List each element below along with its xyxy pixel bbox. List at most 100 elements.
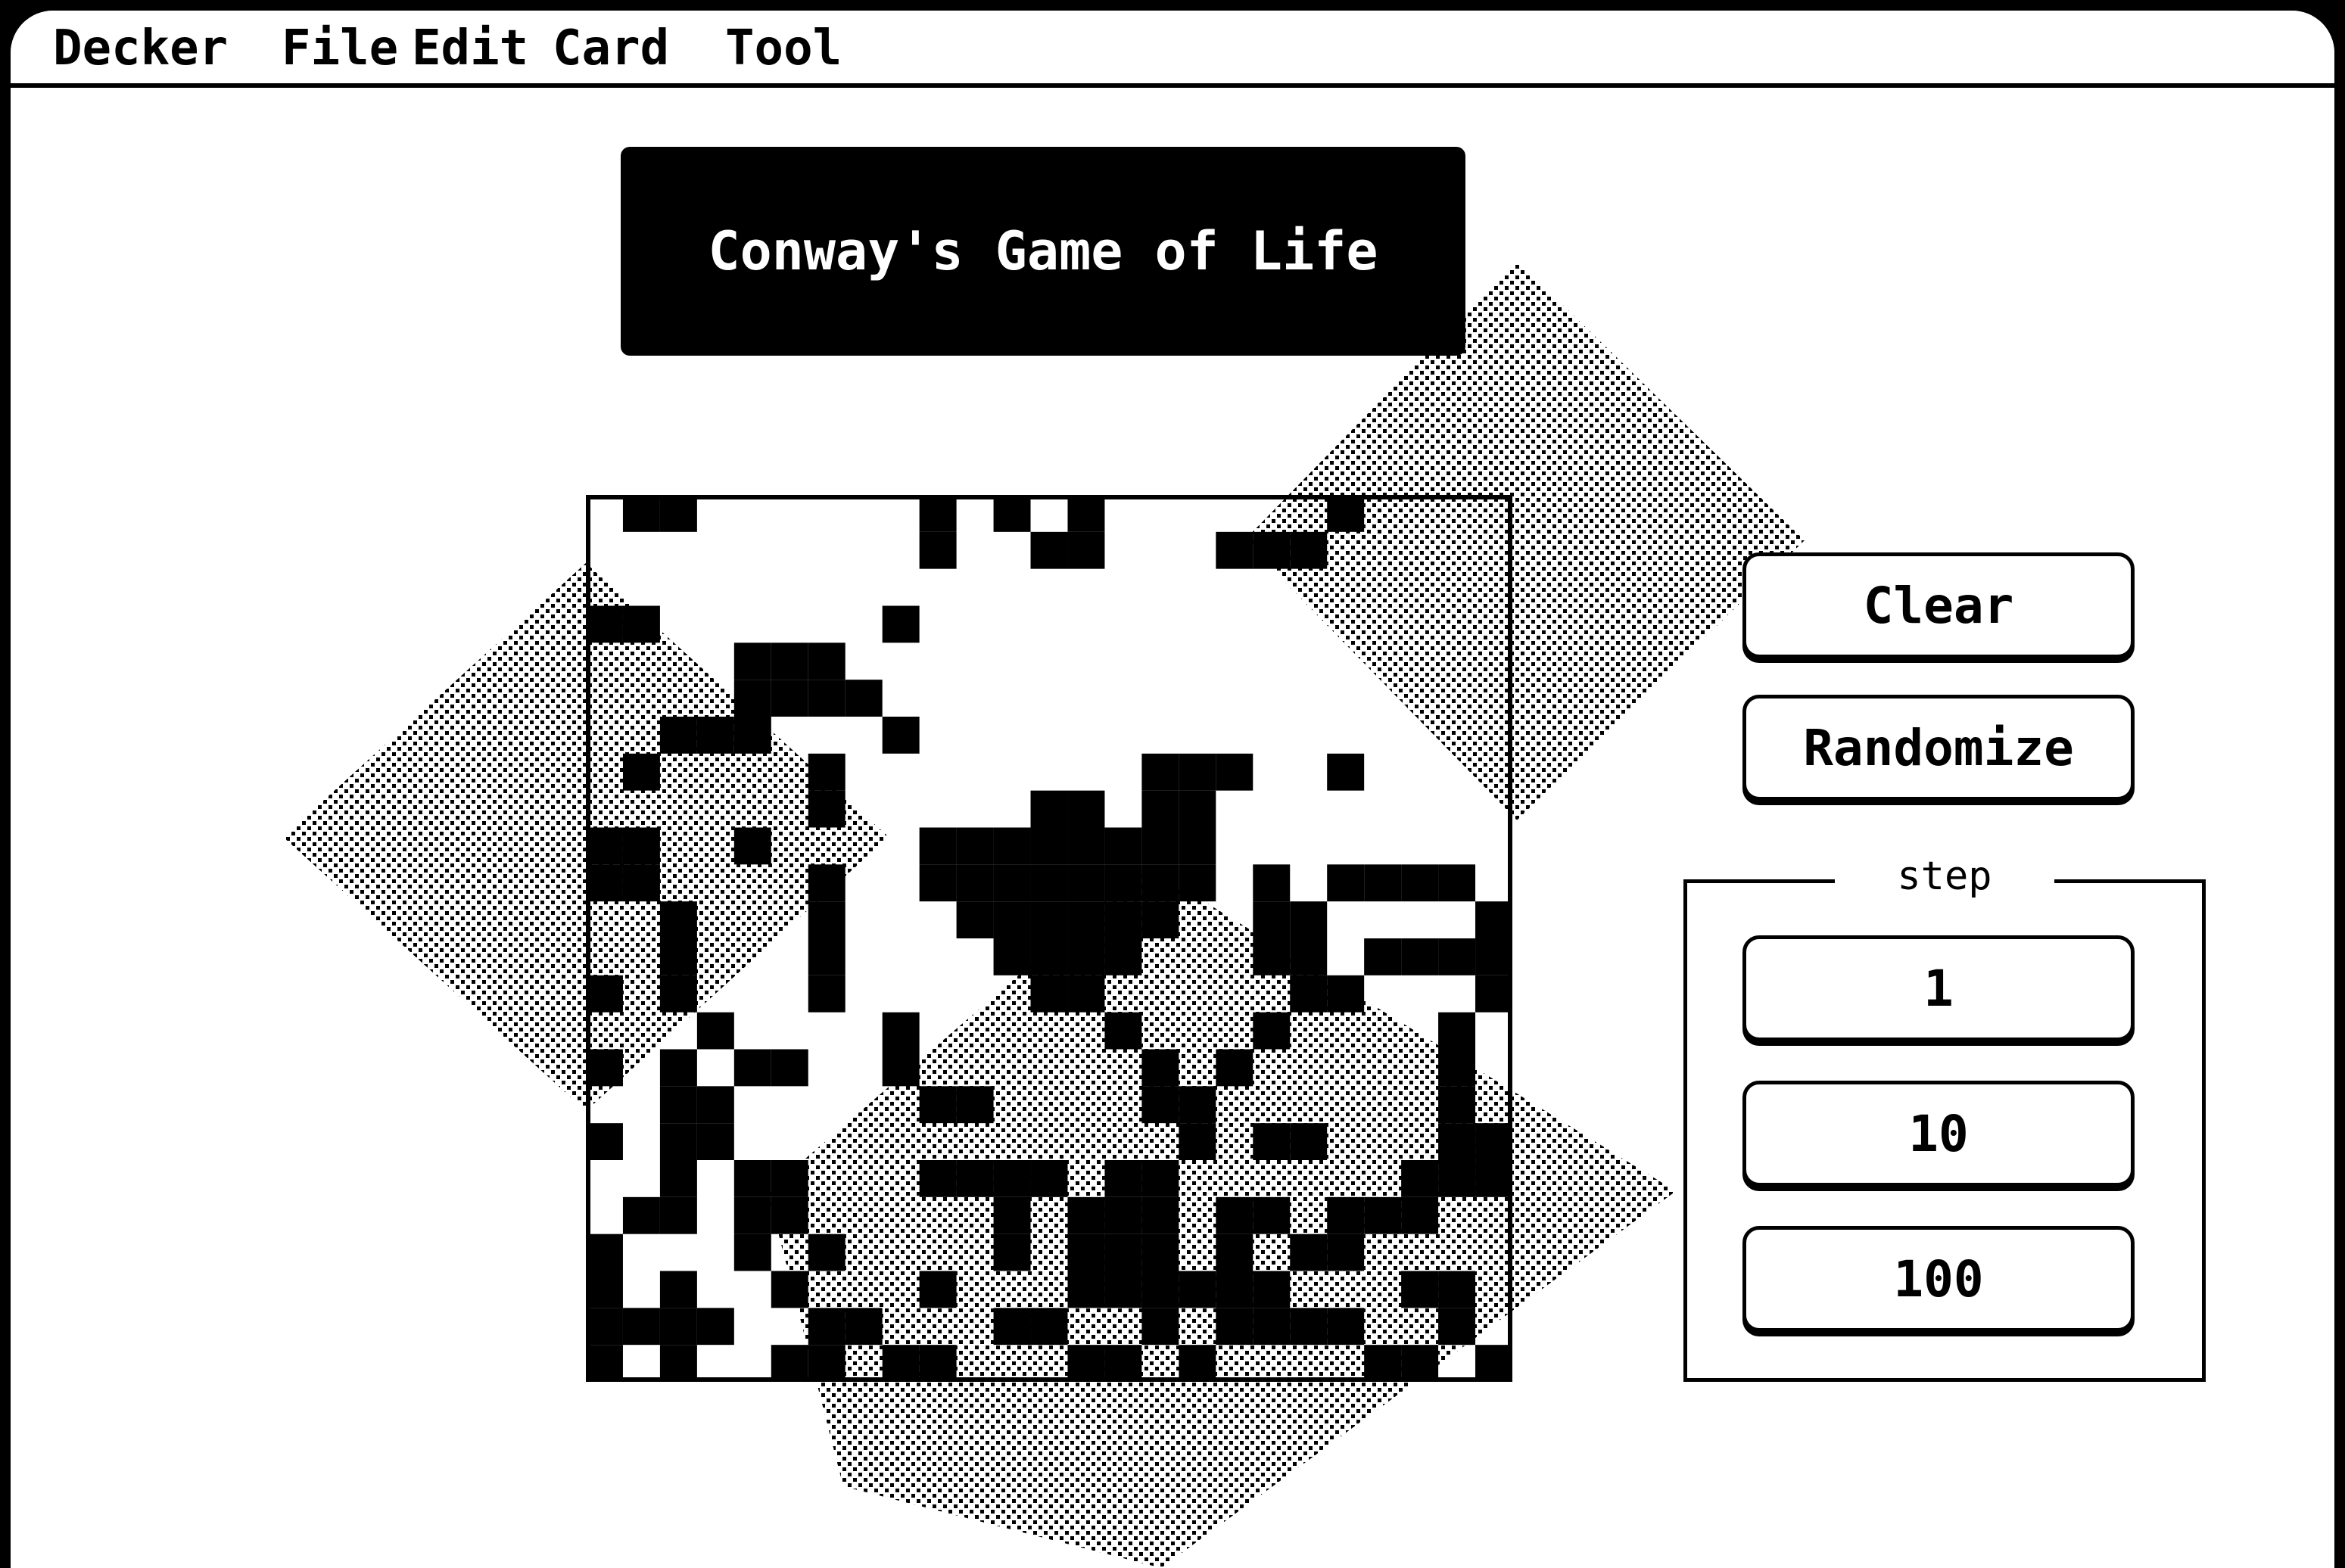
life-cell[interactable] [1364,1196,1402,1234]
life-cell[interactable] [771,680,808,717]
life-cell[interactable] [1067,901,1105,938]
life-cell[interactable] [1253,531,1291,569]
life-cell[interactable] [1290,975,1328,1013]
life-cell[interactable] [919,1086,957,1124]
life-cell[interactable] [919,864,957,902]
life-cell[interactable] [771,1049,808,1087]
life-cell[interactable] [1401,1196,1439,1234]
life-cell[interactable] [1438,1049,1476,1087]
life-cell[interactable] [586,1345,623,1382]
life-cell[interactable] [659,1196,697,1234]
life-cell[interactable] [808,975,846,1013]
life-cell[interactable] [1327,975,1365,1013]
step-100-button[interactable]: 100 [1742,1226,2135,1332]
life-cell[interactable] [1327,1196,1365,1234]
life-cell[interactable] [771,1160,808,1197]
life-cell[interactable] [993,864,1031,902]
life-cell[interactable] [1067,1271,1105,1308]
life-cell[interactable] [1438,1086,1476,1124]
life-cell[interactable] [1179,1345,1216,1382]
life-cell[interactable] [808,938,846,975]
life-cell[interactable] [1141,864,1179,902]
life-cell[interactable] [1030,938,1068,975]
life-cell[interactable] [659,1123,697,1160]
life-cell[interactable] [1030,1308,1068,1346]
life-cell[interactable] [1104,938,1142,975]
life-cell[interactable] [1438,1160,1476,1197]
life-cell[interactable] [1438,1123,1476,1160]
life-cell[interactable] [771,1196,808,1234]
life-cell[interactable] [1067,495,1105,532]
life-cell[interactable] [771,1345,808,1382]
life-cell[interactable] [882,717,920,754]
life-cell[interactable] [659,901,697,938]
life-cell[interactable] [622,864,660,902]
life-cell[interactable] [919,827,957,865]
step-1-button[interactable]: 1 [1742,935,2135,1041]
life-cell[interactable] [882,1012,920,1050]
life-cell[interactable] [919,531,957,569]
life-cell[interactable] [1253,1271,1291,1308]
life-cell[interactable] [586,975,623,1013]
life-cell[interactable] [882,1345,920,1382]
life-cell[interactable] [808,1234,846,1271]
life-cell[interactable] [919,495,957,532]
life-cell[interactable] [733,827,771,865]
life-cell[interactable] [1030,827,1068,865]
life-cell[interactable] [1141,827,1179,865]
randomize-button[interactable]: Randomize [1742,695,2135,801]
life-cell[interactable] [845,1308,883,1346]
life-cell[interactable] [659,1086,697,1124]
life-cell[interactable] [733,1049,771,1087]
life-cell[interactable] [1364,938,1402,975]
life-cell[interactable] [1438,938,1476,975]
life-cell[interactable] [586,605,623,643]
life-cell[interactable] [696,1123,734,1160]
life-cell[interactable] [1067,1234,1105,1271]
life-cell[interactable] [1216,531,1253,569]
life-cell[interactable] [1141,1049,1179,1087]
life-cell[interactable] [659,1308,697,1346]
life-cell[interactable] [1104,901,1142,938]
life-cell[interactable] [1364,1345,1402,1382]
life-cell[interactable] [1067,864,1105,902]
life-cell[interactable] [956,901,994,938]
life-grid[interactable] [586,495,1512,1382]
life-cell[interactable] [733,717,771,754]
life-cell[interactable] [1253,864,1291,902]
life-cell[interactable] [1179,1086,1216,1124]
life-cell[interactable] [919,1345,957,1382]
life-cell[interactable] [659,975,697,1013]
life-cell[interactable] [696,717,734,754]
life-cell[interactable] [808,790,846,828]
life-cell[interactable] [586,1308,623,1346]
life-cell[interactable] [808,901,846,938]
life-cell[interactable] [1401,864,1439,902]
life-cell[interactable] [696,1308,734,1346]
life-cell[interactable] [993,1234,1031,1271]
life-cell[interactable] [1475,938,1512,975]
life-cell[interactable] [1438,1271,1476,1308]
life-cell[interactable] [808,864,846,902]
life-cell[interactable] [1141,790,1179,828]
life-cell[interactable] [659,1345,697,1382]
life-cell[interactable] [1401,1160,1439,1197]
life-cell[interactable] [1253,901,1291,938]
life-cell[interactable] [1327,495,1365,532]
life-cell[interactable] [1141,1308,1179,1346]
life-cell[interactable] [1104,827,1142,865]
life-cell[interactable] [1475,1160,1512,1197]
life-cell[interactable] [993,827,1031,865]
life-cell[interactable] [1401,1271,1439,1308]
life-cell[interactable] [659,495,697,532]
life-cell[interactable] [659,717,697,754]
life-cell[interactable] [1179,827,1216,865]
life-cell[interactable] [622,495,660,532]
life-cell[interactable] [659,1049,697,1087]
life-cell[interactable] [1327,864,1365,902]
life-cell[interactable] [1475,1123,1512,1160]
life-cell[interactable] [1141,1234,1179,1271]
life-cell[interactable] [993,901,1031,938]
life-cell[interactable] [808,1345,846,1382]
life-cell[interactable] [586,1123,623,1160]
